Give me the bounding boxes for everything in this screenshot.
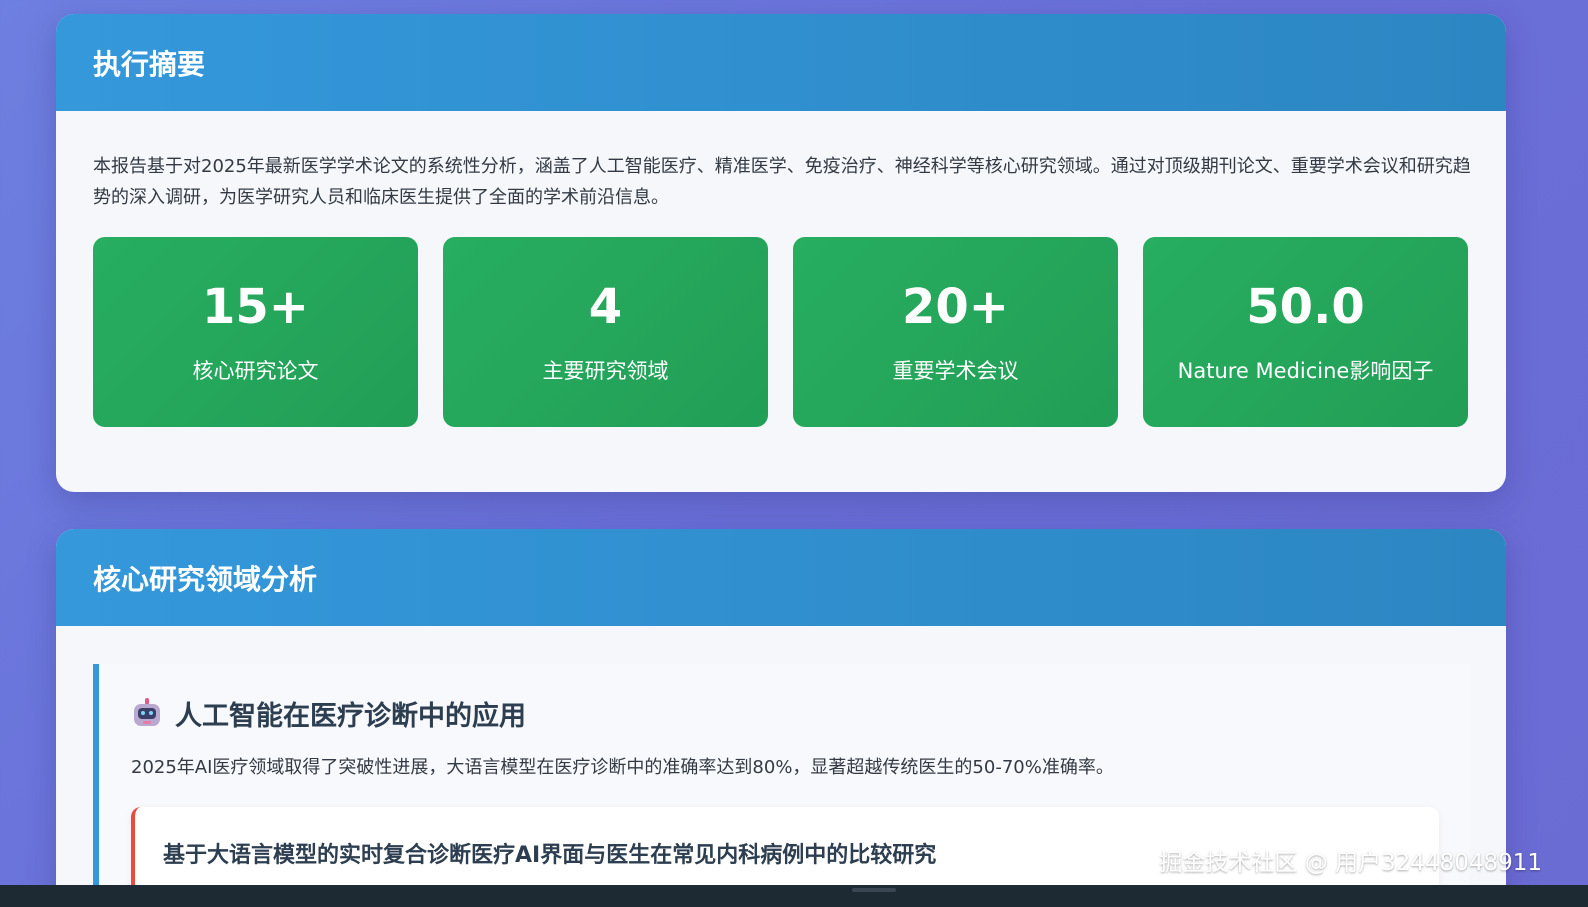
- stat-card-impact-factor: 50.0 Nature Medicine影响因子: [1143, 237, 1468, 427]
- watermark: 掘金技术社区 @ 用户3244804891​1: [1159, 850, 1542, 876]
- stat-label: Nature Medicine影响因子: [1177, 359, 1434, 383]
- summary-header: 执行摘要: [56, 14, 1506, 111]
- areas-title: 核心研究领域分析: [93, 562, 318, 596]
- stat-value: 50.0: [1246, 279, 1365, 335]
- summary-body: 本报告基于对2025年最新医学学术论文的系统性分析，涵盖了人工智能医疗、精准医学…: [56, 111, 1506, 427]
- summary-card: 执行摘要 本报告基于对2025年最新医学学术论文的系统性分析，涵盖了人工智能医疗…: [56, 14, 1506, 492]
- stat-label: 核心研究论文: [192, 359, 319, 383]
- stats-grid: 15+ 核心研究论文 4 主要研究领域 20+ 重要学术会议 50.0 Natu…: [93, 237, 1469, 427]
- summary-title: 执行摘要: [93, 47, 206, 81]
- scroll-handle[interactable]: [852, 888, 896, 892]
- robot-icon: [131, 697, 163, 730]
- stat-label: 主要研究领域: [542, 359, 669, 383]
- stat-card-conferences: 20+ 重要学术会议: [793, 237, 1118, 427]
- stat-value: 15+: [201, 279, 309, 335]
- stat-label: 重要学术会议: [892, 359, 1019, 383]
- stat-value: 20+: [901, 279, 1009, 335]
- stat-card-areas: 4 主要研究领域: [443, 237, 768, 427]
- bottom-bar: [0, 885, 1588, 907]
- area-title: 人工智能在医疗诊断中的应用: [175, 701, 526, 732]
- area-title-row: 人工智能在医疗诊断中的应用: [131, 694, 1439, 733]
- stat-card-papers: 15+ 核心研究论文: [93, 237, 418, 427]
- area-description: 2025年AI医疗领域取得了突破性进展，大语言模型在医疗诊断中的准确率达到80%…: [131, 757, 1114, 778]
- areas-header: 核心研究领域分析: [56, 529, 1506, 626]
- summary-text: 本报告基于对2025年最新医学学术论文的系统性分析，涵盖了人工智能医疗、精准医学…: [93, 156, 1471, 208]
- stat-value: 4: [588, 279, 623, 335]
